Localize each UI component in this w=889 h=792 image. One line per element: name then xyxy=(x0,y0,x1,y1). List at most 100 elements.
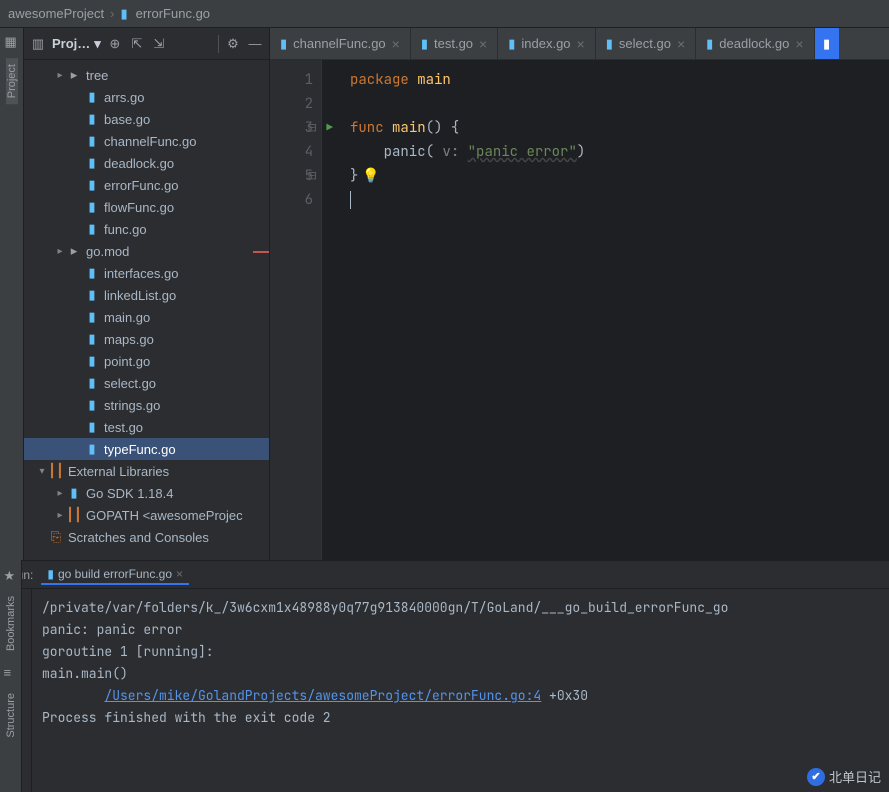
tree-item-label: maps.go xyxy=(104,332,154,347)
code-line[interactable] xyxy=(350,92,585,116)
tree-item[interactable]: ▮deadlock.go xyxy=(24,152,269,174)
console-line: /private/var/folders/k_/3w6cxm1x48988y0q… xyxy=(42,597,879,619)
go-file-icon: ▮ xyxy=(84,133,100,149)
locate-icon[interactable]: ⊕ xyxy=(107,36,123,52)
expand-arrow-icon[interactable]: ▸ xyxy=(54,510,66,521)
line-number[interactable]: 4 xyxy=(270,140,313,164)
tree-item[interactable]: ▸▸tree xyxy=(24,64,269,86)
folder-icon: ▸ xyxy=(66,243,82,259)
close-icon[interactable]: × xyxy=(392,36,400,52)
tree-item[interactable]: ▸▸ go.mod xyxy=(24,240,269,262)
divider xyxy=(218,35,219,53)
tree-item[interactable]: ⎘Scratches and Consoles xyxy=(24,526,269,548)
tree-item[interactable]: ▮channelFunc.go xyxy=(24,130,269,152)
more-tabs-icon[interactable]: ▮ xyxy=(815,28,839,59)
code-line[interactable]: panic( v: "panic error") xyxy=(350,140,585,164)
tab-label: test.go xyxy=(434,36,473,51)
console-line: goroutine 1 [running]: xyxy=(42,641,879,663)
hide-icon[interactable]: — xyxy=(247,36,263,52)
editor-tab[interactable]: ▮channelFunc.go× xyxy=(270,28,411,59)
code-line[interactable]: ⊟func main() { xyxy=(350,116,585,140)
gear-icon[interactable]: ⚙ xyxy=(225,36,241,52)
editor-tab[interactable]: ▮select.go× xyxy=(596,28,696,59)
breadcrumb-file[interactable]: errorFunc.go xyxy=(136,6,210,21)
tree-item-label: select.go xyxy=(104,376,156,391)
editor-tab[interactable]: ▮deadlock.go× xyxy=(696,28,814,59)
go-file-icon: ▮ xyxy=(84,353,100,369)
go-file-icon: ▮ xyxy=(84,419,100,435)
code-line[interactable]: ⊟}💡 xyxy=(350,164,585,188)
editor-tabs: ▮channelFunc.go× ▮ test.go × ▮ index.go × ▮ sele… xyxy=(270,28,889,60)
project-tab-icon[interactable]: ▦ xyxy=(5,34,19,48)
tree-item-label: flowFunc.go xyxy=(104,200,174,215)
tree-item[interactable]: ▮point.go xyxy=(24,350,269,372)
project-tab[interactable]: Project xyxy=(6,58,18,104)
line-number[interactable]: 3 xyxy=(270,116,313,140)
console-output[interactable]: /private/var/folders/k_/3w6cxm1x48988y0q… xyxy=(32,589,889,792)
expand-arrow-icon[interactable]: ▸ xyxy=(54,488,66,499)
stacktrace-link[interactable]: /Users/mike/GolandProjects/awesomeProjec… xyxy=(104,687,541,704)
tree-item[interactable]: ▮test.go xyxy=(24,416,269,438)
close-icon[interactable]: × xyxy=(176,567,183,581)
line-number[interactable]: 1 xyxy=(270,68,313,92)
tree-item[interactable]: ▮maps.go xyxy=(24,328,269,350)
line-number[interactable]: 5 xyxy=(270,164,313,188)
go-file-icon: ▮ xyxy=(706,36,713,52)
code-area[interactable]: 123456 package main ⊟func main() { panic(… xyxy=(270,60,889,560)
editor-tab[interactable]: ▮index.go× xyxy=(498,28,596,59)
chevron-right-icon: › xyxy=(110,6,114,21)
tree-item[interactable]: ▮errorFunc.go xyxy=(24,174,269,196)
tree-item[interactable]: ▸┃┃GOPATH <awesomeProjec xyxy=(24,504,269,526)
bookmarks-tab-icon[interactable]: ★ xyxy=(4,568,18,582)
tree-item[interactable]: ▮base.go xyxy=(24,108,269,130)
run-config-tab[interactable]: ▮ go build errorFunc.go × xyxy=(41,565,189,585)
tree-item[interactable]: ▮func.go xyxy=(24,218,269,240)
breadcrumb: awesomeProject › ▮ errorFunc.go xyxy=(0,0,889,28)
tree-item-label: go.mod xyxy=(86,244,129,259)
structure-tab-icon[interactable]: ≡ xyxy=(4,665,18,679)
tab-label: index.go xyxy=(521,36,570,51)
line-number[interactable]: 6 xyxy=(270,188,313,212)
go-file-icon: ▮ xyxy=(84,155,100,171)
tree-item[interactable]: ▮linkedList.go xyxy=(24,284,269,306)
bookmarks-tab[interactable]: Bookmarks xyxy=(5,596,17,651)
project-view-icon[interactable]: ▥ xyxy=(30,36,46,52)
project-header: ▥ Proj… ▾ ⊕ ⇱ ⇲ ⚙ — xyxy=(24,28,269,60)
expand-arrow-icon[interactable]: ▸ xyxy=(54,70,66,81)
tree-item[interactable]: ▮arrs.go xyxy=(24,86,269,108)
tree-item[interactable]: ▾┃┃External Libraries xyxy=(24,460,269,482)
console-line: panic: panic error xyxy=(42,619,879,641)
close-icon[interactable]: × xyxy=(795,36,803,52)
line-number[interactable]: 2 xyxy=(270,92,313,116)
tree-item-label: main.go xyxy=(104,310,150,325)
go-file-icon: ▮ xyxy=(421,36,428,52)
close-icon[interactable]: × xyxy=(677,36,685,52)
go-file-icon: ▮ xyxy=(66,485,82,501)
tree-item[interactable]: ▮typeFunc.go xyxy=(24,438,269,460)
breadcrumb-project[interactable]: awesomeProject xyxy=(8,6,104,21)
tab-label: select.go xyxy=(619,36,671,51)
project-title-dropdown[interactable]: Proj… ▾ xyxy=(52,36,101,52)
structure-tab[interactable]: Structure xyxy=(5,693,17,738)
go-file-icon: ▮ xyxy=(120,6,127,22)
collapse-all-icon[interactable]: ⇲ xyxy=(151,36,167,52)
tree-item[interactable]: ▮interfaces.go xyxy=(24,262,269,284)
project-tree[interactable]: ▸▸tree▮arrs.go▮base.go▮channelFunc.go▮de… xyxy=(24,60,269,560)
expand-arrow-icon[interactable]: ▸ xyxy=(54,246,66,257)
close-icon[interactable]: × xyxy=(577,36,585,52)
code-line[interactable] xyxy=(350,188,585,212)
code[interactable]: package main ⊟func main() { panic( v: "pa… xyxy=(322,60,585,560)
tree-item-label: Scratches and Consoles xyxy=(68,530,209,545)
expand-all-icon[interactable]: ⇱ xyxy=(129,36,145,52)
tree-item[interactable]: ▮select.go xyxy=(24,372,269,394)
tree-item[interactable]: ▮flowFunc.go xyxy=(24,196,269,218)
close-icon[interactable]: × xyxy=(479,36,487,52)
expand-arrow-icon[interactable]: ▾ xyxy=(36,466,48,477)
run-config-name: go build errorFunc.go xyxy=(58,567,172,581)
go-file-icon: ▮ xyxy=(84,221,100,237)
editor-tab[interactable]: ▮ test.go × xyxy=(411,28,498,59)
tree-item[interactable]: ▮strings.go xyxy=(24,394,269,416)
tree-item[interactable]: ▮main.go xyxy=(24,306,269,328)
code-line[interactable]: package main xyxy=(350,68,585,92)
tree-item[interactable]: ▸▮Go SDK 1.18.4 xyxy=(24,482,269,504)
